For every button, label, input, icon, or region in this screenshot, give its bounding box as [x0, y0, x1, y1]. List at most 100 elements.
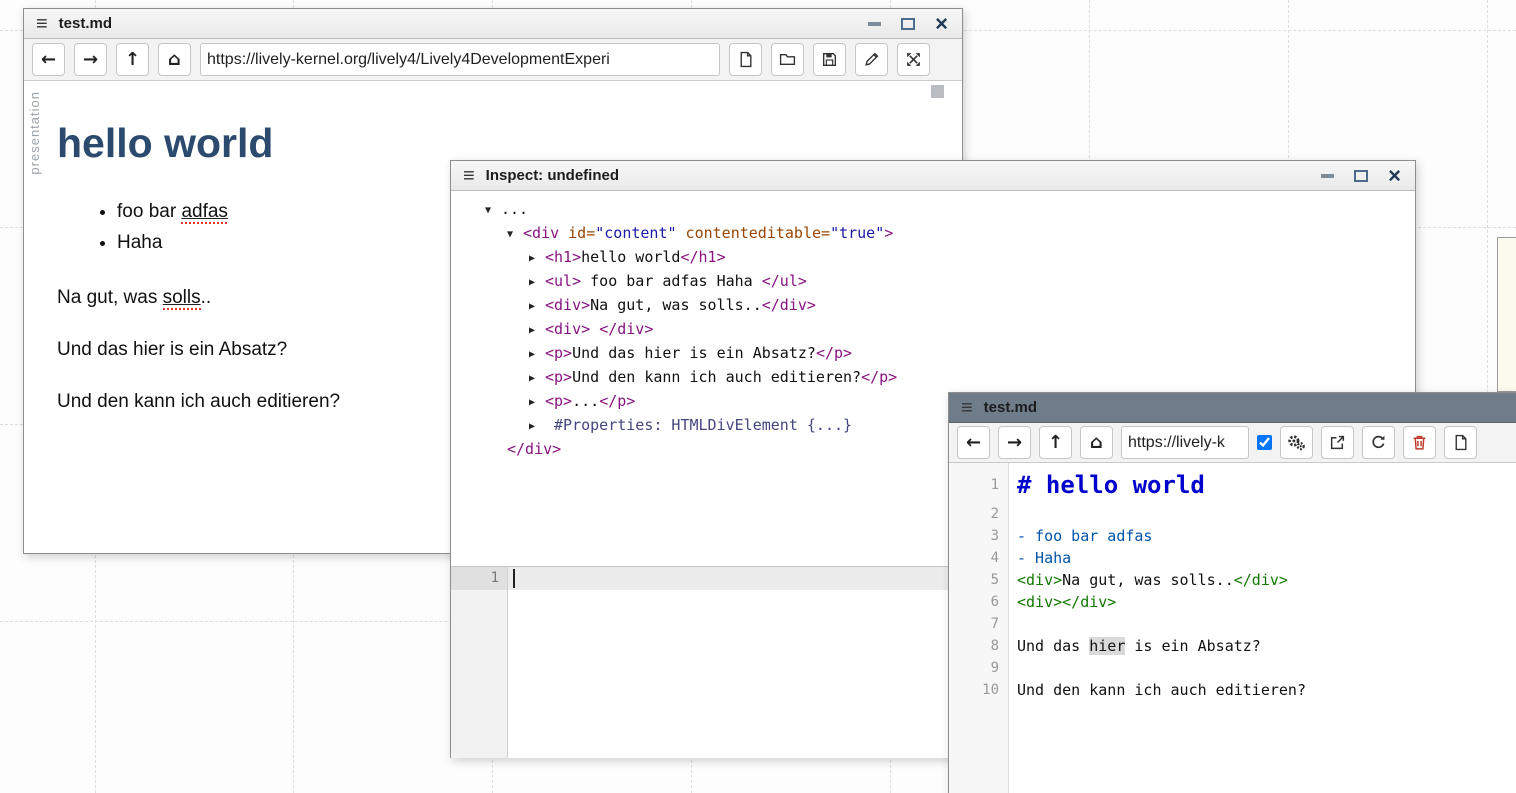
- reload-button[interactable]: [1362, 426, 1395, 459]
- tree-row[interactable]: ▶<div>Na gut, was solls..</div>: [471, 294, 1415, 318]
- code-segment: Und den kann ich auch editieren?: [1017, 681, 1306, 699]
- code-line[interactable]: <div></div>: [1017, 591, 1306, 613]
- tree-row[interactable]: ▶<h1>hello world</h1>: [471, 246, 1415, 270]
- window-title: Inspect: undefined: [486, 167, 619, 184]
- up-button[interactable]: ↑: [1039, 426, 1072, 459]
- code-segment: - foo bar adfas: [1017, 527, 1152, 545]
- code-line[interactable]: [1017, 503, 1306, 525]
- settings-button[interactable]: [1280, 426, 1313, 459]
- code-segment: </div>: [1062, 593, 1116, 611]
- floppy-save-icon: [821, 51, 838, 68]
- list-item-text: foo bar: [117, 201, 181, 222]
- open-external-button[interactable]: [1321, 426, 1354, 459]
- titlebar[interactable]: ≡ test.md: [949, 393, 1516, 423]
- code-line[interactable]: - Haha: [1017, 547, 1306, 569]
- code-segment: </p>: [816, 344, 852, 362]
- tree-row[interactable]: ▼<div id="content" contenteditable="true…: [471, 222, 1415, 246]
- disclosure-arrow-icon[interactable]: ▶: [529, 272, 545, 294]
- gears-icon: [1287, 434, 1306, 451]
- disclosure-arrow-icon[interactable]: ▼: [485, 200, 501, 222]
- close-icon[interactable]: ×: [1388, 166, 1401, 186]
- navigation-toolbar: ← → ↑ ⌂: [24, 39, 962, 81]
- code-line[interactable]: [1017, 613, 1306, 635]
- save-button[interactable]: [813, 43, 846, 76]
- auto-save-checkbox[interactable]: [1257, 435, 1272, 450]
- new-file-button[interactable]: [1444, 426, 1477, 459]
- titlebar[interactable]: ≡ Inspect: undefined ×: [451, 161, 1415, 191]
- code-line[interactable]: Und den kann ich auch editieren?: [1017, 679, 1306, 701]
- text-cursor: [513, 569, 515, 588]
- line-number: 2: [949, 503, 1008, 525]
- code-segment: Na gut, was solls..: [590, 296, 762, 314]
- close-icon[interactable]: ×: [935, 14, 948, 34]
- disclosure-arrow-icon[interactable]: ▶: [529, 344, 545, 366]
- tree-row[interactable]: ▶<p>Und das hier is ein Absatz?</p>: [471, 342, 1415, 366]
- code-line[interactable]: <div>Na gut, was solls..</div>: [1017, 569, 1306, 591]
- code-line[interactable]: Und das hier is ein Absatz?: [1017, 635, 1306, 657]
- back-button[interactable]: ←: [32, 43, 65, 76]
- forward-arrow-icon: →: [83, 49, 98, 70]
- url-input[interactable]: [200, 43, 720, 76]
- disclosure-arrow-icon[interactable]: ▶: [529, 368, 545, 390]
- minimize-icon[interactable]: [1321, 174, 1334, 178]
- code-segment: <ul>: [545, 272, 581, 290]
- code-line[interactable]: [1017, 657, 1306, 679]
- window-controls: ×: [1321, 166, 1403, 186]
- disclosure-arrow-icon[interactable]: ▼: [507, 224, 523, 246]
- up-button[interactable]: ↑: [116, 43, 149, 76]
- partial-window-edge: [1497, 237, 1516, 392]
- titlebar[interactable]: ≡ test.md ×: [24, 9, 962, 39]
- home-button[interactable]: ⌂: [1080, 426, 1113, 459]
- back-button[interactable]: ←: [957, 426, 990, 459]
- code-segment: #Properties: HTMLDivElement {...}: [545, 416, 852, 434]
- browse-folder-button[interactable]: [771, 43, 804, 76]
- refresh-icon: [1370, 434, 1387, 451]
- editor-code[interactable]: # hello world - foo bar adfas - Haha <div>…: [1009, 463, 1306, 793]
- code-segment: <div>: [545, 320, 590, 338]
- maximize-icon[interactable]: [901, 18, 915, 30]
- delete-button[interactable]: [1403, 426, 1436, 459]
- code-line[interactable]: - foo bar adfas: [1017, 525, 1306, 547]
- code-segment: <div>: [545, 296, 590, 314]
- tree-row[interactable]: ▶<div> </div>: [471, 318, 1415, 342]
- disclosure-arrow-icon[interactable]: ▶: [529, 320, 545, 342]
- menu-icon[interactable]: ≡: [961, 398, 973, 418]
- tree-row[interactable]: ▶<p>Und den kann ich auch editieren?</p>: [471, 366, 1415, 390]
- minimize-icon[interactable]: [868, 22, 881, 26]
- code-line[interactable]: # hello world: [1017, 468, 1306, 503]
- code-editor[interactable]: 12345678910 # hello world - foo bar adfa…: [949, 463, 1516, 793]
- code-segment: </p>: [861, 368, 897, 386]
- menu-icon[interactable]: ≡: [36, 14, 48, 34]
- disclosure-arrow-icon[interactable]: ▶: [529, 392, 545, 414]
- line-number-gutter: 12345678910: [949, 463, 1009, 793]
- external-link-icon: [1329, 434, 1346, 451]
- line-number: 4: [949, 547, 1008, 569]
- disclosure-arrow-icon[interactable]: ▶: [529, 248, 545, 270]
- presentation-label: presentation: [27, 91, 42, 175]
- code-segment: Und das hier is ein Absatz?: [572, 344, 816, 362]
- new-file-button[interactable]: [729, 43, 762, 76]
- disclosure-arrow-icon[interactable]: ▶: [529, 296, 545, 318]
- tree-row[interactable]: ▶<ul> foo bar adfas Haha </ul>: [471, 270, 1415, 294]
- menu-icon[interactable]: ≡: [463, 166, 475, 186]
- back-arrow-icon: ←: [966, 432, 981, 453]
- home-button[interactable]: ⌂: [158, 43, 191, 76]
- misspelled-word: adfas: [181, 201, 227, 224]
- expand-button[interactable]: [897, 43, 930, 76]
- scrollbar-stub[interactable]: [931, 85, 944, 98]
- tree-row[interactable]: ▼...: [471, 198, 1415, 222]
- forward-button[interactable]: →: [998, 426, 1031, 459]
- code-segment: </div>: [1234, 571, 1288, 589]
- url-input[interactable]: [1121, 426, 1249, 459]
- edit-button[interactable]: [855, 43, 888, 76]
- disclosure-arrow-icon[interactable]: ▶: [529, 416, 545, 438]
- line-number: 9: [949, 657, 1008, 679]
- forward-button[interactable]: →: [74, 43, 107, 76]
- code-segment: <div: [523, 224, 559, 242]
- up-arrow-icon: ↑: [1048, 432, 1063, 453]
- maximize-icon[interactable]: [1354, 170, 1368, 182]
- navigation-toolbar: ← → ↑ ⌂: [949, 423, 1516, 463]
- code-segment: - Haha: [1017, 549, 1071, 567]
- expand-arrows-icon: [905, 51, 922, 68]
- code-segment: </h1>: [680, 248, 725, 266]
